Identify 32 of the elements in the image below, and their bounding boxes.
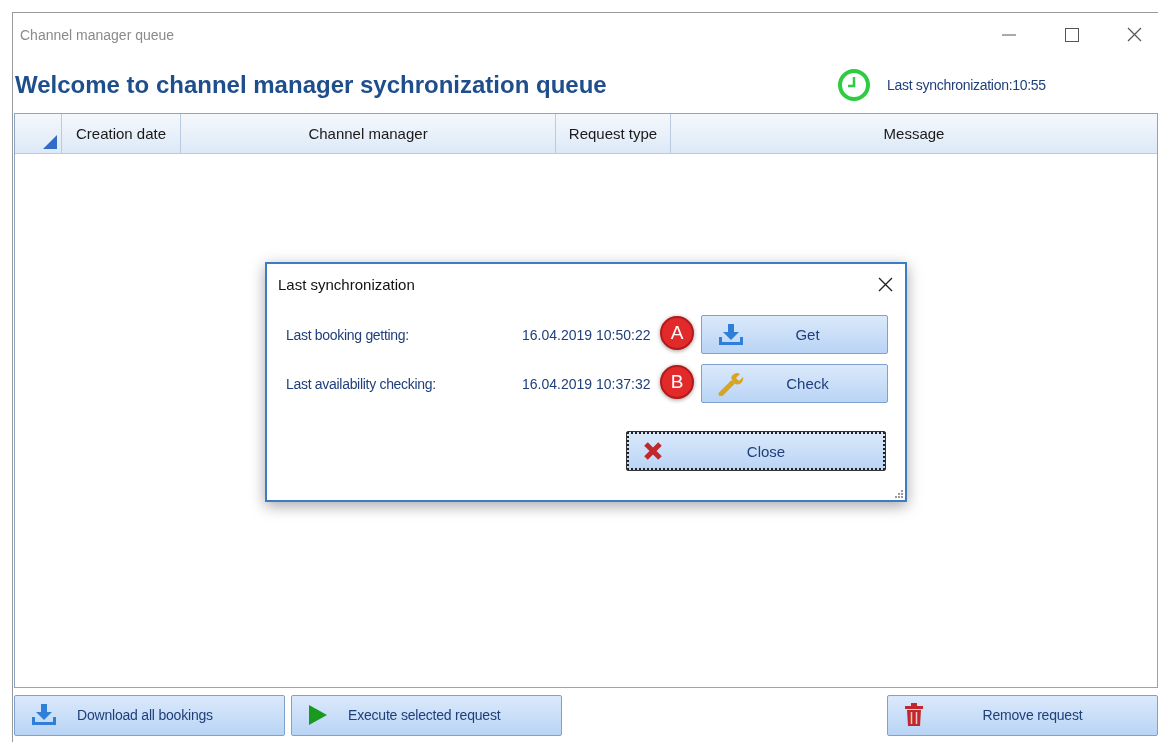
wrench-icon	[718, 371, 744, 396]
annotation-badge: A	[660, 316, 694, 350]
get-button[interactable]: Get	[701, 315, 888, 354]
column-header[interactable]: Request type	[556, 114, 671, 153]
last-sync-label: Last synchronization:10:55	[887, 76, 1046, 93]
resize-grip-icon[interactable]	[894, 489, 903, 498]
column-header[interactable]: Channel manager	[181, 114, 556, 153]
download-icon	[31, 704, 57, 726]
trash-icon	[904, 703, 924, 727]
annotation-badge: B	[660, 365, 694, 399]
field-label: Last availability checking:	[286, 375, 437, 392]
clock-icon	[837, 67, 871, 102]
execute-button[interactable]: Execute selected request	[291, 694, 562, 736]
remove-button[interactable]: Remove request	[887, 694, 1158, 736]
play-icon	[308, 704, 328, 726]
field-value: 16.04.2019 10:50:22	[522, 326, 652, 343]
column-header[interactable]: Creation date	[62, 114, 181, 153]
check-button[interactable]: Check	[701, 364, 888, 403]
dialog-title: Last synchronization	[278, 276, 415, 293]
close-button[interactable]: Close	[626, 431, 886, 471]
close-icon[interactable]	[1127, 27, 1142, 42]
page-heading: Welcome to channel manager sychronization queue	[15, 70, 608, 99]
maximize-icon[interactable]	[1065, 27, 1079, 42]
download-button[interactable]: Download all bookings	[14, 694, 285, 736]
window-title: Channel manager queue	[20, 26, 175, 43]
field-label: Last booking getting:	[286, 326, 410, 343]
cross-icon	[643, 441, 663, 461]
column-header[interactable]: Message	[671, 114, 1157, 153]
field-value: 16.04.2019 10:37:32	[522, 375, 652, 392]
close-icon[interactable]	[878, 277, 893, 292]
download-icon	[718, 323, 744, 346]
corner-triangle-icon[interactable]	[43, 135, 57, 149]
